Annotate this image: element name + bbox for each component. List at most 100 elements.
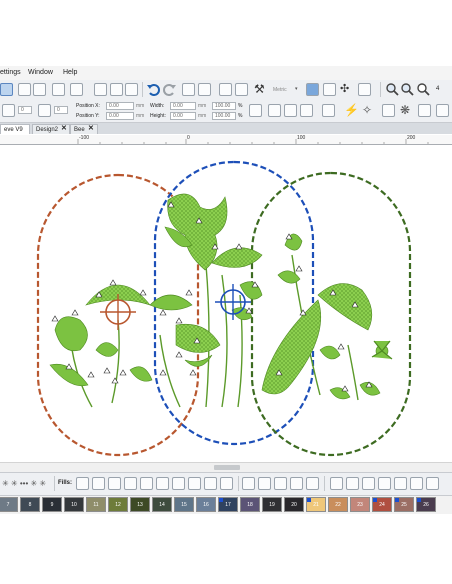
thread-color-swatch[interactable]: 14 <box>152 497 172 512</box>
fill-pattern-icon[interactable] <box>394 477 407 490</box>
fill-pattern-icon[interactable] <box>290 477 303 490</box>
mirror-icon[interactable] <box>268 104 281 117</box>
star-icon[interactable]: ✧ <box>362 103 376 117</box>
fill-pattern-icon[interactable] <box>204 477 217 490</box>
thread-color-swatch[interactable]: 8 <box>20 497 40 512</box>
fill-pattern-icon[interactable] <box>426 477 439 490</box>
export-icon[interactable] <box>70 83 83 96</box>
pinwheel-icon[interactable]: ✣ <box>340 82 354 96</box>
zoom-fit-icon[interactable] <box>385 82 399 96</box>
hoop-icon[interactable] <box>323 83 336 96</box>
thread-color-swatch[interactable]: 25 <box>394 497 414 512</box>
menu-help[interactable]: Help <box>63 69 77 76</box>
units-dropdown-chevron-icon[interactable]: ▾ <box>295 86 298 92</box>
copy-icon[interactable] <box>110 83 123 96</box>
stitch-type-icon[interactable] <box>2 104 15 117</box>
zoom-in-icon[interactable] <box>416 82 430 96</box>
align-icon[interactable] <box>322 104 335 117</box>
cut-icon[interactable] <box>94 83 107 96</box>
undo-icon[interactable] <box>146 82 160 96</box>
fill-pattern-icon[interactable] <box>108 477 121 490</box>
design-canvas[interactable] <box>0 145 452 462</box>
stitch-field-2[interactable]: 0 <box>54 106 68 114</box>
display-mode-icon[interactable] <box>306 83 319 96</box>
thread-color-swatch[interactable]: 16 <box>196 497 216 512</box>
fill-pattern-icon[interactable] <box>274 477 287 490</box>
thread-color-swatch[interactable]: 23 <box>350 497 370 512</box>
flip-icon[interactable] <box>284 104 297 117</box>
position-x-input[interactable]: 0.00 <box>106 102 134 110</box>
thread-color-swatch[interactable]: 24 <box>372 497 392 512</box>
thread-color-swatch[interactable]: 9 <box>42 497 62 512</box>
thread-color-swatch[interactable]: 10 <box>64 497 84 512</box>
thread-color-swatch[interactable]: 7 <box>0 497 18 512</box>
fill-pattern-icon[interactable] <box>378 477 391 490</box>
hoop-green[interactable] <box>250 171 412 457</box>
stitch-effect-icon[interactable]: ⚡ <box>344 103 359 117</box>
scrollbar-thumb[interactable] <box>214 465 240 470</box>
lock-ratio-icon[interactable] <box>249 104 262 117</box>
thread-color-swatch[interactable]: 20 <box>284 497 304 512</box>
rotate-icon[interactable] <box>300 104 313 117</box>
tab-eve-v9[interactable]: eve V9 <box>0 124 30 134</box>
print-icon[interactable] <box>18 83 31 96</box>
horizontal-scrollbar[interactable] <box>0 462 452 472</box>
save-all-icon[interactable] <box>52 83 65 96</box>
stitch-angle-icon[interactable] <box>38 104 51 117</box>
thread-color-swatch[interactable]: 11 <box>86 497 106 512</box>
save-icon[interactable] <box>0 83 13 96</box>
fill-pattern-icon[interactable] <box>306 477 319 490</box>
fill-pattern-icon[interactable] <box>220 477 233 490</box>
fill-pattern-icon[interactable] <box>346 477 359 490</box>
fill-pattern-icon[interactable] <box>242 477 255 490</box>
group-icon[interactable] <box>235 83 248 96</box>
import-icon[interactable] <box>182 83 195 96</box>
fill-pattern-icon[interactable] <box>330 477 343 490</box>
zoom-out-icon[interactable] <box>400 82 414 96</box>
tab-close-icon[interactable]: ✕ <box>61 124 67 134</box>
fill-pattern-icon[interactable] <box>156 477 169 490</box>
thread-color-swatch[interactable]: 12 <box>108 497 128 512</box>
height-input[interactable]: 0.00 <box>170 112 196 120</box>
menu-settings[interactable]: ettings <box>0 69 21 76</box>
fill-pattern-icon[interactable] <box>172 477 185 490</box>
thread-color-swatch[interactable]: 17 <box>218 497 238 512</box>
slideshow-icon[interactable] <box>358 83 371 96</box>
fill-pattern-icon[interactable] <box>92 477 105 490</box>
fill-shortcut-icons[interactable]: ✳ ✳ ••• ✳ ✳ <box>2 479 46 488</box>
thread-color-swatch[interactable]: 13 <box>130 497 150 512</box>
menu-window[interactable]: Window <box>28 69 53 76</box>
sparkle-icon[interactable]: ❋ <box>400 103 414 117</box>
properties-toolbar: 0 0 Position X: 0.00 mm Position Y: 0.00… <box>0 100 452 123</box>
thread-color-swatch[interactable]: 22 <box>328 497 348 512</box>
fill-pattern-icon[interactable] <box>410 477 423 490</box>
export-design-icon[interactable] <box>198 83 211 96</box>
scale-height-input[interactable]: 100.00 <box>212 112 236 120</box>
print-preview-icon[interactable] <box>33 83 46 96</box>
fill-pattern-icon[interactable] <box>188 477 201 490</box>
zoom-level[interactable]: 4 <box>436 86 439 92</box>
pattern-icon[interactable] <box>382 104 395 117</box>
grid-fill-icon[interactable] <box>418 104 431 117</box>
tab-close-icon[interactable]: ✕ <box>88 124 94 134</box>
thread-color-swatch[interactable]: 15 <box>174 497 194 512</box>
applique-icon[interactable] <box>436 104 449 117</box>
thread-number: 13 <box>137 502 143 508</box>
redo-icon[interactable] <box>163 82 177 96</box>
fill-pattern-icon[interactable] <box>76 477 89 490</box>
fill-pattern-icon[interactable] <box>362 477 375 490</box>
thread-color-swatch[interactable]: 21 <box>306 497 326 512</box>
width-input[interactable]: 0.00 <box>170 102 196 110</box>
paste-icon[interactable] <box>125 83 138 96</box>
thread-color-swatch[interactable]: 26 <box>416 497 436 512</box>
stitch-field-1[interactable]: 0 <box>18 106 32 114</box>
thread-color-swatch[interactable]: 18 <box>240 497 260 512</box>
duplicate-icon[interactable] <box>219 83 232 96</box>
fill-pattern-icon[interactable] <box>140 477 153 490</box>
scale-width-input[interactable]: 100.00 <box>212 102 236 110</box>
position-y-input[interactable]: 0.00 <box>106 112 134 120</box>
fill-pattern-icon[interactable] <box>258 477 271 490</box>
tools-icon[interactable]: ⚒ <box>254 82 270 96</box>
fill-pattern-icon[interactable] <box>124 477 137 490</box>
thread-color-swatch[interactable]: 19 <box>262 497 282 512</box>
